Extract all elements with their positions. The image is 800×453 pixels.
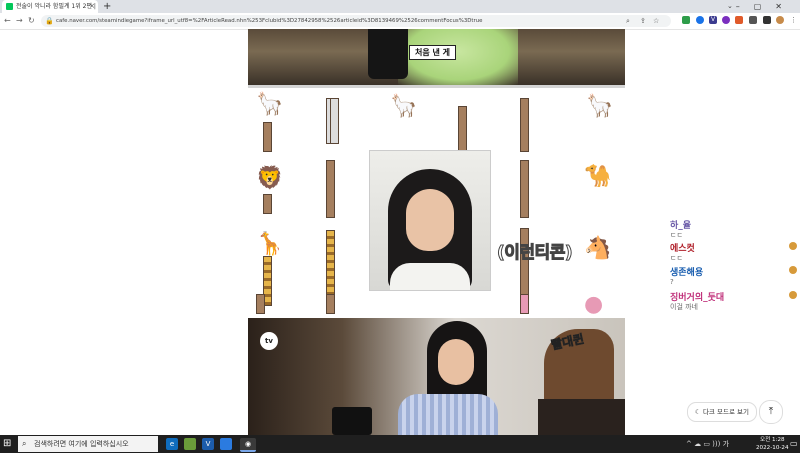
scroll-top-button[interactable]: ⤒: [759, 400, 783, 424]
giraffe-neck: [326, 230, 335, 304]
system-tray[interactable]: ^ ☁ ▭ ))) 가: [686, 436, 729, 452]
app-icon[interactable]: [220, 438, 232, 450]
share-icon[interactable]: ⇪: [640, 15, 646, 27]
extension-icon[interactable]: V: [709, 16, 717, 24]
photo-person: [368, 29, 408, 79]
extensions-puzzle-icon[interactable]: [749, 16, 757, 24]
neck-stick: [263, 122, 272, 152]
chat-message: ㄷㄷ: [670, 231, 683, 239]
photo-person2-body: [538, 399, 625, 435]
minecraft-icon[interactable]: [184, 438, 196, 450]
camel-sticker-icon: 🐪: [584, 164, 612, 189]
llama-sticker-icon: 🦙: [256, 92, 284, 117]
neck-stick: [330, 98, 339, 144]
window-controls[interactable]: –▢✕: [736, 0, 796, 13]
taskbar-search-placeholder: 검색하려면 여기에 입력하십시오: [34, 440, 129, 448]
photo-person-shirt: [398, 394, 498, 435]
llama-sticker-icon: 🦙: [586, 94, 614, 119]
reload-button[interactable]: ↻: [28, 13, 35, 29]
portrait-photo: [369, 150, 491, 291]
tab-close-icon[interactable]: ×: [89, 0, 95, 13]
bookmark-star-icon[interactable]: ☆: [653, 15, 659, 27]
zoom-icon[interactable]: ⌕: [626, 15, 630, 27]
lock-icon[interactable]: 🔒: [45, 15, 54, 27]
neck-stick: [520, 160, 529, 218]
chrome-icon[interactable]: ◉: [240, 438, 256, 452]
portrait-shirt: [390, 263, 470, 290]
edge-icon[interactable]: e: [166, 438, 178, 450]
extension-icon[interactable]: [763, 16, 771, 24]
taskbar-clock[interactable]: 오전 1:28 2022-10-24: [756, 436, 789, 452]
chat-message: ?: [670, 278, 674, 286]
new-tab-button[interactable]: +: [103, 0, 111, 13]
photo-person-face: [438, 339, 474, 385]
photo-camera: [332, 407, 372, 435]
chat-username: 생존해용: [670, 268, 704, 278]
menu-icon[interactable]: ⋮: [790, 14, 797, 26]
horse-sticker-icon: 🐴: [584, 236, 612, 261]
profile-avatar[interactable]: [776, 16, 784, 24]
photo-caption: 처음 낸 게: [409, 45, 457, 60]
chat-badge-icon: [789, 266, 797, 274]
extension-icon[interactable]: [722, 16, 730, 24]
clock-date: 2022-10-24: [756, 445, 789, 451]
browser-tab[interactable]: 전술이 악니라 함필계 1위 2편 | ×: [2, 0, 98, 13]
pig-sticker-icon: ●: [584, 292, 604, 317]
portrait-face: [406, 189, 454, 251]
chat-message: ㄷㄷ: [670, 254, 683, 262]
neck-stick: [326, 160, 335, 218]
chat-message: 이걸 까네: [670, 303, 698, 311]
article-content: 처음 낸 게 🦙 🦙 🦙 🦁 🐪 🦒 🐴 ● (이런티콘) tv 빨대퀸: [248, 29, 625, 435]
dark-mode-button[interactable]: ☾ 다크 모드로 보기: [687, 402, 757, 422]
neck-stick: [326, 294, 335, 314]
naver-cafe-favicon-icon: [6, 3, 13, 10]
chat-badge-icon: [789, 291, 797, 299]
emoticon-label: (이런티콘): [496, 243, 573, 264]
forward-button[interactable]: →: [16, 13, 23, 29]
tab-strip: [0, 0, 800, 13]
chat-badge-icon: [789, 242, 797, 250]
extension-icon[interactable]: [696, 16, 704, 24]
dark-mode-label: 다크 모드로 보기: [702, 408, 749, 416]
clock-time: 오전 1:28: [759, 437, 785, 443]
moon-icon: ☾: [695, 408, 703, 416]
notification-icon[interactable]: ▭: [790, 437, 798, 451]
tv-logo: tv: [260, 332, 278, 350]
vegas-icon[interactable]: V: [202, 438, 214, 450]
tab-title: 전술이 악니라 함필계 1위 2편 |: [16, 3, 96, 10]
back-button[interactable]: ←: [4, 13, 11, 29]
neck-stick: [520, 294, 529, 314]
neck-stick: [520, 98, 529, 152]
giraffe-sticker-icon: 🦒: [256, 232, 284, 257]
windows-start-icon[interactable]: ⊞: [3, 437, 11, 451]
neck-stick: [458, 106, 467, 152]
extension-icon[interactable]: [682, 16, 690, 24]
search-icon: ⌕: [22, 439, 27, 448]
llama-sticker-icon: 🦙: [390, 94, 418, 119]
url-text[interactable]: cafe.naver.com/steamindiegame?iframe_url…: [56, 15, 482, 27]
tab-search-icon[interactable]: ⌄: [727, 0, 733, 13]
neck-stick: [256, 294, 265, 314]
neck-stick: [263, 194, 272, 214]
lion-sticker-icon: 🦁: [256, 166, 284, 191]
extension-icon[interactable]: [735, 16, 743, 24]
